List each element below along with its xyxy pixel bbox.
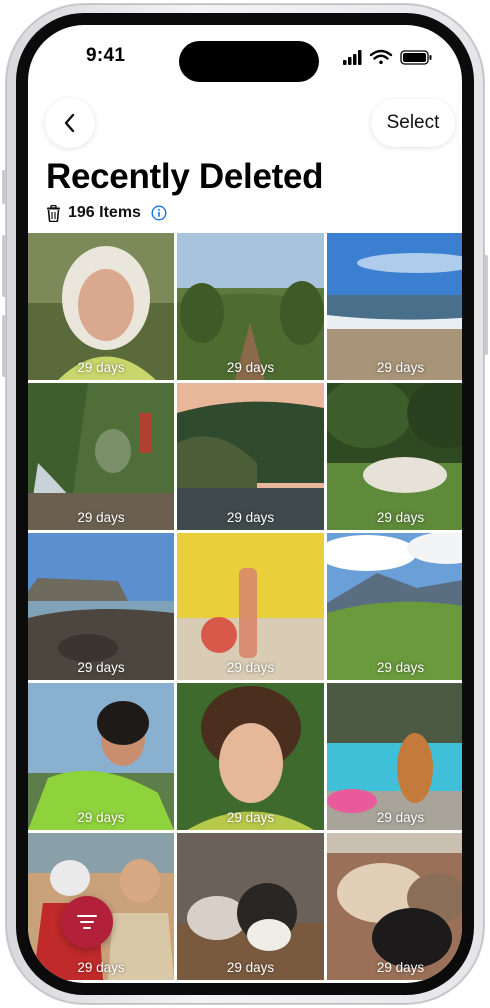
days-remaining: 29 days bbox=[77, 810, 125, 825]
battery-icon bbox=[400, 50, 432, 65]
photo-tile[interactable]: 29 days bbox=[327, 833, 462, 980]
item-count-row: 196 Items bbox=[46, 202, 167, 224]
days-remaining: 29 days bbox=[376, 960, 425, 975]
filter-icon bbox=[77, 915, 97, 929]
photo-tile[interactable]: 29 days bbox=[28, 533, 174, 680]
device-frame: 9:41 Select Recently Deleted 196 Items 2… bbox=[6, 4, 484, 1004]
days-remaining: 29 days bbox=[376, 360, 425, 375]
side-button-left-1 bbox=[2, 170, 6, 204]
days-remaining: 29 days bbox=[226, 960, 275, 975]
photo-tile[interactable]: 29 days bbox=[177, 233, 324, 380]
photo-thumbnail bbox=[327, 533, 462, 680]
trash-icon bbox=[47, 204, 60, 222]
days-remaining: 29 days bbox=[77, 660, 125, 675]
days-remaining: 29 days bbox=[77, 360, 125, 375]
chevron-left-icon bbox=[64, 113, 75, 133]
photo-grid: 29 days 29 days 29 days 29 days 29 days … bbox=[28, 233, 462, 980]
device-bezel: 9:41 Select Recently Deleted 196 Items 2… bbox=[16, 13, 474, 995]
photo-tile[interactable]: 29 days bbox=[28, 683, 174, 830]
photo-tile[interactable]: 29 days bbox=[327, 533, 462, 680]
days-remaining: 29 days bbox=[77, 510, 125, 525]
side-button-right bbox=[484, 255, 488, 355]
photo-thumbnail bbox=[177, 833, 324, 980]
signal-icon bbox=[343, 50, 362, 65]
select-button[interactable]: Select bbox=[371, 99, 455, 147]
photo-tile[interactable]: 29 days bbox=[177, 533, 324, 680]
info-button[interactable] bbox=[151, 205, 167, 221]
side-button-left-2 bbox=[2, 235, 6, 297]
photo-thumbnail bbox=[327, 683, 462, 830]
dynamic-island bbox=[179, 41, 319, 82]
photo-tile[interactable]: 29 days bbox=[28, 383, 174, 530]
info-icon bbox=[151, 205, 167, 221]
photo-tile[interactable]: 29 days bbox=[327, 233, 462, 380]
photo-thumbnail bbox=[177, 533, 324, 680]
days-remaining: 29 days bbox=[226, 510, 275, 525]
photo-thumbnail bbox=[177, 683, 324, 830]
photo-tile[interactable]: 29 days bbox=[177, 833, 324, 980]
status-time: 9:41 bbox=[86, 45, 126, 66]
status-icons bbox=[343, 49, 432, 65]
days-remaining: 29 days bbox=[226, 360, 275, 375]
days-remaining: 29 days bbox=[376, 660, 425, 675]
photo-tile[interactable]: 29 days bbox=[327, 683, 462, 830]
days-remaining: 29 days bbox=[226, 810, 275, 825]
item-count: 196 Items bbox=[68, 204, 141, 221]
photo-tile[interactable]: 29 days bbox=[28, 233, 174, 380]
filter-button[interactable] bbox=[61, 896, 113, 948]
photo-thumbnail bbox=[327, 383, 462, 530]
days-remaining: 29 days bbox=[376, 810, 425, 825]
wifi-icon bbox=[369, 49, 393, 65]
days-remaining: 29 days bbox=[376, 510, 425, 525]
days-remaining: 29 days bbox=[77, 960, 125, 975]
back-button[interactable] bbox=[45, 98, 95, 148]
page-title: Recently Deleted bbox=[46, 157, 324, 196]
side-button-left-3 bbox=[2, 315, 6, 377]
photo-thumbnail bbox=[28, 533, 174, 680]
photo-tile[interactable]: 29 days bbox=[327, 383, 462, 530]
photo-thumbnail bbox=[28, 233, 174, 380]
status-bar: 9:41 bbox=[28, 25, 462, 85]
photo-thumbnail bbox=[327, 833, 462, 980]
photo-tile[interactable]: 29 days bbox=[177, 383, 324, 530]
days-remaining: 29 days bbox=[226, 660, 275, 675]
photo-thumbnail bbox=[327, 233, 462, 380]
photo-thumbnail bbox=[28, 683, 174, 830]
photo-thumbnail bbox=[177, 233, 324, 380]
screen: 9:41 Select Recently Deleted 196 Items 2… bbox=[28, 25, 462, 983]
photo-thumbnail bbox=[177, 383, 324, 530]
photo-tile[interactable]: 29 days bbox=[177, 683, 324, 830]
photo-thumbnail bbox=[28, 383, 174, 530]
